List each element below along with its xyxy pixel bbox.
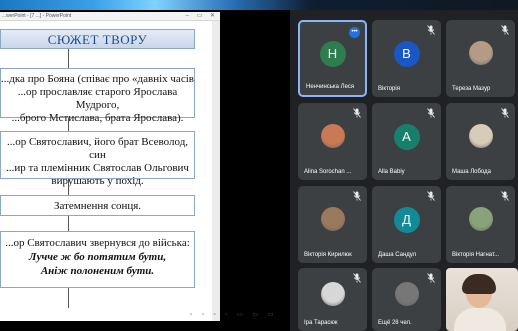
- flow-arrow: [68, 288, 69, 308]
- titlebar-text: ...werPoint - [7 ...] - PowerPoint: [2, 13, 72, 19]
- mic-off-icon: [353, 108, 361, 118]
- participant-name: Іра Тарасюк: [304, 320, 338, 326]
- person-body: [454, 308, 506, 331]
- mic-off-icon: [353, 273, 361, 283]
- mic-off-icon: [427, 108, 435, 118]
- flow-arrow: [68, 118, 69, 131]
- person-hair: [462, 274, 496, 294]
- mic-off-icon: [427, 25, 435, 35]
- self-video-tile[interactable]: [446, 268, 518, 331]
- participant-tile[interactable]: Тереза Мазур: [446, 20, 515, 97]
- flow-box-2-line: вирушають у похід.: [51, 175, 144, 187]
- mic-off-icon: [353, 191, 361, 201]
- mic-off-icon: [501, 191, 509, 201]
- slide-title: СЮЖЕТ ТВОРУ: [0, 29, 195, 49]
- participant-name: Вікторія Нагнат...: [452, 252, 500, 258]
- flow-arrow: [68, 49, 69, 68]
- flow-box-1-line: ...ор прославляє старого Ярослава Мудрог…: [17, 86, 178, 111]
- avatar-photo: [468, 206, 493, 231]
- powerpoint-statusbar[interactable]: ▫ ▫ ▫ ▫ ▭ ▭ ▭: [190, 311, 290, 321]
- participant-name: Ненчинська Леся: [306, 84, 355, 90]
- flow-box-4-quote: Лучче ж бо потятим бути,: [28, 251, 167, 263]
- participant-name: Маша Лобода: [452, 169, 491, 175]
- participant-name: Даша Сандул: [378, 252, 417, 258]
- participant-name: Вікторія Кирилюк: [304, 252, 352, 258]
- participant-name: Тереза Мазур: [452, 86, 491, 92]
- mic-off-icon: [427, 191, 435, 201]
- flow-box-1: ...дка про Бояна (співає про «давніх час…: [0, 68, 195, 124]
- flow-box-4-quote: Аніж полоненим бути.: [40, 265, 155, 277]
- participant-tile[interactable]: Маша Лобода: [446, 103, 515, 180]
- participant-tile[interactable]: Вікторія Кирилюк: [298, 186, 367, 263]
- avatar-photo: [320, 281, 345, 306]
- flow-arrow: [68, 179, 69, 195]
- avatar: Н: [319, 40, 346, 67]
- participant-tile[interactable]: Іра Тарасюк: [298, 268, 367, 331]
- mic-off-icon: [501, 108, 509, 118]
- flow-box-1-line: ...дка про Бояна (співає про «давніх час…: [1, 73, 194, 85]
- desktop-wallpaper-strip: [0, 0, 518, 10]
- participant-name: Alina Sorochan ...: [304, 169, 352, 175]
- avatar: Д: [393, 206, 420, 233]
- avatar-photo: [394, 281, 419, 306]
- avatar: В: [393, 40, 420, 67]
- avatar-photo: [320, 123, 345, 148]
- participant-tile[interactable]: Alina Sorochan ...: [298, 103, 367, 180]
- participant-tile[interactable]: Вікторія Нагнат...: [446, 186, 515, 263]
- flow-box-2: ...ор Святославич, його брат Всеволод, с…: [0, 131, 195, 187]
- powerpoint-titlebar: ...werPoint - [7 ...] - PowerPoint – ▭ ✕: [0, 12, 220, 21]
- flow-box-2-line: ...ор Святославич, його брат Всеволод, с…: [6, 136, 189, 161]
- participant-name: Ещё 28 чел.: [378, 320, 412, 326]
- speaking-indicator-icon: •••: [349, 27, 360, 38]
- participant-name: Вікторія: [378, 86, 400, 92]
- participant-tile[interactable]: Д Даша Сандул: [372, 186, 441, 263]
- participant-name: Alla Babiy: [378, 169, 405, 175]
- flow-box-2-line: ...ир та племінник Святослав Ольгович: [6, 162, 189, 174]
- window-controls[interactable]: – ▭ ✕: [186, 12, 218, 20]
- flow-box-3: Затемнення сонця.: [0, 195, 195, 216]
- flow-arrow: [68, 216, 69, 231]
- participant-tile[interactable]: Н ••• Ненчинська Леся: [298, 20, 367, 97]
- mic-off-icon: [427, 273, 435, 283]
- mic-off-icon: [501, 25, 509, 35]
- flow-box-4-line: ...ор Святославич звернувся до війська:: [5, 237, 190, 249]
- participant-tile[interactable]: В Вікторія: [372, 20, 441, 97]
- flow-box-1-line: ...брого Мстислава, брата Ярослава).: [11, 112, 184, 124]
- slide-pane-edge: [212, 21, 220, 321]
- avatar-photo: [320, 206, 345, 231]
- avatar-photo: [468, 40, 493, 65]
- avatar: A: [393, 123, 420, 150]
- avatar-photo: [468, 123, 493, 148]
- participant-tile[interactable]: A Alla Babiy: [372, 103, 441, 180]
- flow-box-4: ...ор Святославич звернувся до війська: …: [0, 231, 195, 288]
- participant-tile[interactable]: Ещё 28 чел.: [372, 268, 441, 331]
